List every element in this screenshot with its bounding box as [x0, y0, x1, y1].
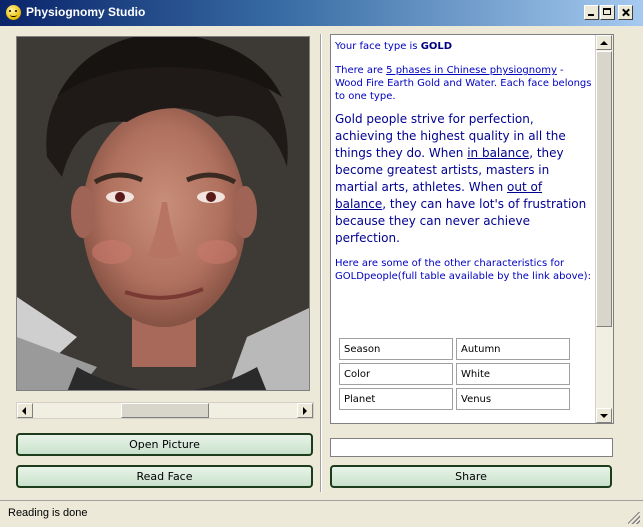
- window-title: Physiognomy Studio: [26, 5, 146, 19]
- table-cell-value: White: [456, 363, 570, 385]
- arrow-left-icon: [22, 407, 26, 415]
- face-type-value: GOLD: [420, 41, 453, 52]
- arrow-down-icon: [600, 414, 608, 418]
- photo-horizontal-scrollbar[interactable]: [16, 402, 314, 419]
- table-cell-value: Venus: [456, 388, 570, 410]
- status-text: Reading is done: [8, 507, 88, 519]
- arrow-right-icon: [303, 407, 307, 415]
- open-picture-button[interactable]: Open Picture: [16, 433, 313, 456]
- read-face-button[interactable]: Read Face: [16, 465, 313, 488]
- share-input[interactable]: [330, 438, 613, 457]
- title-bar[interactable]: Physiognomy Studio: [0, 0, 643, 26]
- maximize-button[interactable]: [600, 5, 615, 20]
- horizontal-scroll-thumb[interactable]: [121, 403, 209, 418]
- scroll-right-button[interactable]: [297, 403, 313, 418]
- arrow-up-icon: [600, 41, 608, 45]
- characteristics-table: Season Autumn Color White Planet Venus: [336, 335, 573, 413]
- other-characteristics-text: Here are some of the other characteristi…: [335, 258, 591, 282]
- resize-grip-icon[interactable]: [628, 512, 640, 524]
- scroll-left-button[interactable]: [17, 403, 33, 418]
- gold-description: Gold people strive for perfection, achie…: [335, 111, 593, 247]
- face-type-line: Your face type is GOLD: [335, 41, 593, 52]
- vertical-scroll-thumb[interactable]: [596, 51, 612, 327]
- smiley-icon: [6, 5, 21, 20]
- in-balance-link[interactable]: in balance: [467, 146, 529, 160]
- table-row: Color White: [339, 363, 570, 385]
- close-button[interactable]: [618, 5, 633, 20]
- table-cell-key: Color: [339, 363, 453, 385]
- share-button[interactable]: Share: [330, 465, 612, 488]
- table-cell-value: Autumn: [456, 338, 570, 360]
- table-row: Season Autumn: [339, 338, 570, 360]
- table-cell-key: Planet: [339, 388, 453, 410]
- phases-paragraph: There are 5 phases in Chinese physiognom…: [335, 64, 593, 103]
- phases-text-pre: There are: [335, 65, 387, 76]
- table-row: Planet Venus: [339, 388, 570, 410]
- phases-link[interactable]: 5 phases in Chinese physiognomy: [386, 65, 557, 76]
- table-cell-key: Season: [339, 338, 453, 360]
- minimize-button[interactable]: [584, 5, 599, 20]
- scroll-down-button[interactable]: [596, 408, 612, 423]
- scroll-up-button[interactable]: [596, 35, 612, 50]
- reading-vertical-scrollbar[interactable]: [595, 35, 613, 423]
- vertical-divider: [320, 34, 322, 492]
- reading-panel[interactable]: Your face type is GOLD There are 5 phase…: [330, 34, 614, 424]
- face-photo: [16, 36, 310, 391]
- status-bar: Reading is done: [0, 500, 643, 527]
- face-type-label: Your face type is: [335, 41, 421, 52]
